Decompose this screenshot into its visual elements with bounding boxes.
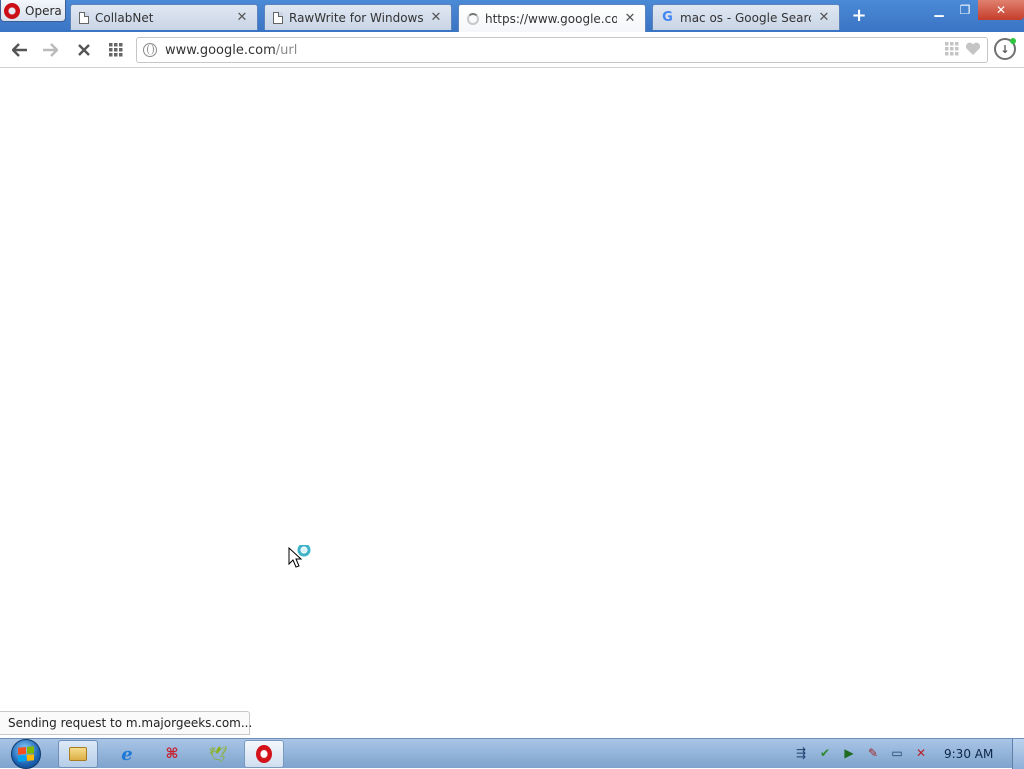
address-url: www.google.com/url: [165, 43, 297, 58]
explorer-folder-icon: [69, 747, 87, 761]
windows-taskbar: e ⌘ 🕊 ⇶ ✔ ▶ ✎ ▭ ✕ 9:30 AM: [0, 738, 1024, 769]
tab-close-icon[interactable]: ✕: [235, 10, 249, 25]
opera-logo-icon: [4, 2, 20, 19]
bookmark-heart-icon[interactable]: [965, 42, 981, 56]
tab-title: https://www.google.com/: [485, 11, 617, 26]
bird-app-icon: 🕊: [208, 745, 228, 763]
tab-close-icon[interactable]: ✕: [429, 10, 443, 25]
browser-toolbar: www.google.com/url ↓: [0, 32, 1024, 68]
url-path: /url: [275, 42, 298, 58]
acrobat-icon: ⌘: [165, 746, 179, 762]
status-bar-text: Sending request to m.majorgeeks.com...: [0, 711, 252, 735]
stop-loading-button[interactable]: [72, 38, 96, 62]
browser-tabstrip: Opera CollabNet ✕ RawWrite for Windows (…: [0, 0, 1024, 32]
tab-title: mac os - Google Search: [680, 10, 811, 25]
back-arrow-icon: [12, 43, 27, 57]
security-shield-icon[interactable]: ✔: [816, 744, 834, 762]
stop-x-icon: [78, 44, 90, 56]
system-tray: ⇶ ✔ ▶ ✎ ▭ ✕: [792, 744, 930, 762]
window-close-button[interactable]: ✕: [978, 0, 1024, 20]
opera-icon: [256, 745, 272, 763]
document-icon: [79, 11, 89, 24]
tab-close-icon[interactable]: ✕: [623, 11, 637, 26]
site-info-globe-icon[interactable]: [143, 43, 157, 57]
speed-dial-grid-icon: [109, 43, 123, 57]
tab-close-icon[interactable]: ✕: [817, 10, 831, 25]
new-tab-button[interactable]: +: [850, 7, 868, 25]
document-icon: [273, 11, 283, 24]
minimize-button[interactable]: ▁: [926, 0, 952, 20]
tab-rawwrite[interactable]: RawWrite for Windows (36 ✕: [264, 4, 452, 30]
internet-explorer-icon: e: [121, 743, 133, 765]
taskbar-acrobat[interactable]: ⌘: [152, 740, 192, 768]
tab-title: RawWrite for Windows (36: [289, 10, 423, 25]
taskbar-bird-app[interactable]: 🕊: [198, 740, 238, 768]
google-icon: G: [662, 10, 673, 25]
downloads-icon[interactable]: ↓: [994, 38, 1016, 60]
forward-arrow-icon: [43, 43, 58, 57]
tab-google-redirect[interactable]: https://www.google.com/ ✕: [458, 4, 646, 32]
restore-button[interactable]: ❐: [952, 0, 978, 20]
add-to-speed-dial-icon[interactable]: [945, 42, 959, 56]
url-host: www.google.com: [165, 42, 276, 58]
windows-logo-icon: [11, 739, 41, 769]
forward-button[interactable]: [38, 38, 62, 62]
volume-muted-icon[interactable]: ✕: [912, 744, 930, 762]
tab-title: CollabNet: [95, 10, 154, 25]
taskbar-clock[interactable]: 9:30 AM: [944, 747, 993, 761]
pen-tool-icon[interactable]: ✎: [864, 744, 882, 762]
taskbar-internet-explorer[interactable]: e: [107, 740, 147, 768]
opera-menu-label: Opera: [25, 3, 62, 18]
start-button[interactable]: [8, 739, 44, 769]
network-icon[interactable]: ⇶: [792, 744, 810, 762]
back-button[interactable]: [8, 38, 32, 62]
show-desktop-button[interactable]: [1012, 739, 1024, 769]
speed-dial-button[interactable]: [104, 38, 128, 62]
window-controls: ▁ ❐ ✕: [926, 0, 1024, 20]
tab-collabnet[interactable]: CollabNet ✕: [70, 4, 258, 30]
tab-mac-os-search[interactable]: G mac os - Google Search ✕: [652, 4, 840, 30]
address-actions: [945, 42, 981, 56]
taskbar-explorer[interactable]: [58, 740, 98, 768]
busy-cursor-icon: [288, 543, 316, 573]
display-icon[interactable]: ▭: [888, 744, 906, 762]
loading-spinner-icon: [467, 12, 479, 25]
media-player-icon[interactable]: ▶: [840, 744, 858, 762]
opera-menu-button[interactable]: Opera: [0, 0, 66, 22]
page-content: [0, 68, 1024, 738]
taskbar-opera[interactable]: [244, 740, 284, 768]
address-bar[interactable]: www.google.com/url: [136, 37, 988, 63]
